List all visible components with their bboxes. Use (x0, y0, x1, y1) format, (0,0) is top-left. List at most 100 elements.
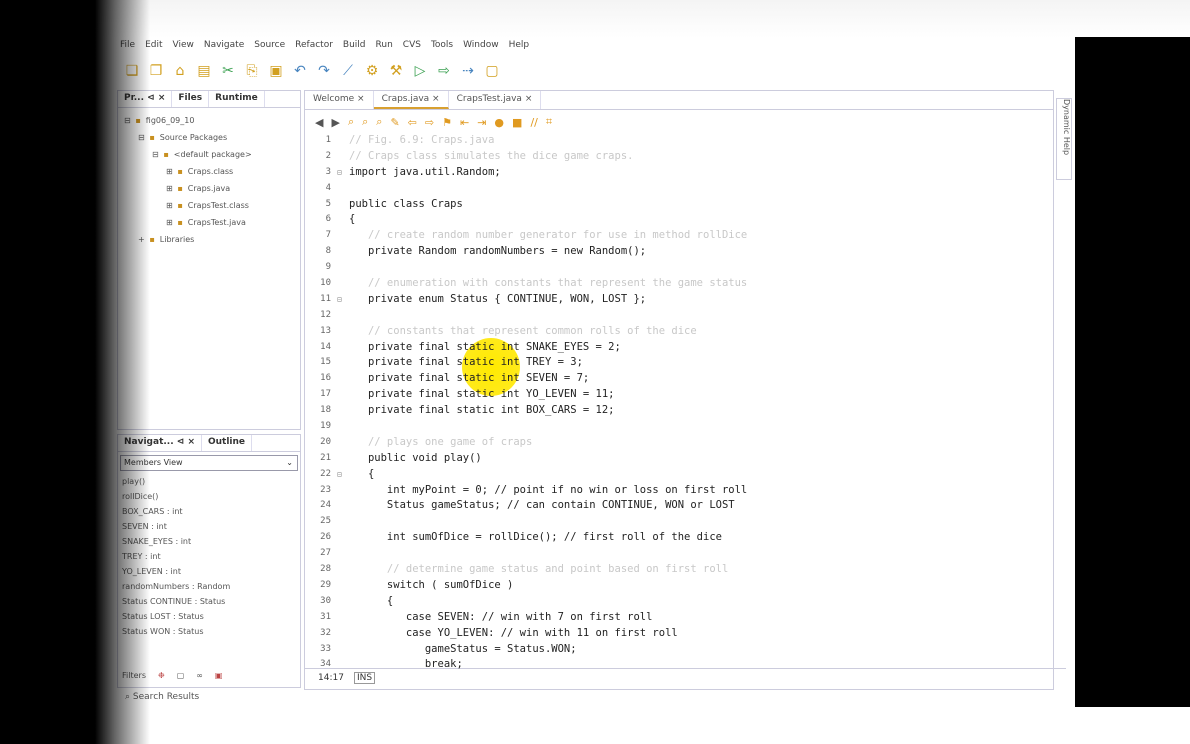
uncomment-icon[interactable]: ⌗ (546, 115, 552, 129)
find-previous-icon[interactable]: ⌕ (362, 115, 368, 129)
build-icon[interactable]: ⚙ (363, 62, 381, 80)
menu-tools[interactable]: Tools (431, 40, 453, 50)
dynamic-help-tab[interactable]: Dynamic Help (1056, 98, 1072, 180)
copy-icon[interactable]: ⎘ (243, 62, 261, 80)
fold-icon (337, 181, 349, 197)
menu-edit[interactable]: Edit (145, 40, 162, 50)
expand-icon[interactable]: ⊟ (138, 133, 147, 142)
tree-item[interactable]: ⊟ ▪ Source Packages (118, 129, 300, 146)
line-number: 23 (320, 484, 331, 495)
code-line: 3 ⊟ import java.util.Random; (305, 165, 1053, 181)
stop-macro-icon[interactable]: ■ (512, 116, 522, 129)
member-item[interactable]: SEVEN : int (118, 519, 300, 534)
comment-icon[interactable]: // (530, 116, 537, 129)
fold-icon[interactable]: ⊟ (337, 292, 349, 308)
editor-tab-1[interactable]: Craps.java × (373, 91, 449, 109)
toggle-highlight-icon[interactable]: ✎ (390, 116, 399, 129)
project-tree: ⊟ ▪ fig06_09_10 ⊟ ▪ Source Packages ⊟ ▪ <d… (118, 108, 300, 248)
paste-icon[interactable]: ▣ (267, 62, 285, 80)
code-text: case YO_LEVEN: // win with 11 on first r… (349, 626, 678, 639)
member-item[interactable]: SNAKE_EYES : int (118, 534, 300, 549)
menu-build[interactable]: Build (343, 40, 366, 50)
member-item[interactable]: play() (118, 474, 300, 489)
navigator-tab-0[interactable]: Navigat... ⊲ × (118, 435, 202, 451)
tree-item[interactable]: ⊞ ▪ CrapsTest.java (118, 214, 300, 231)
menu-cvs[interactable]: CVS (403, 40, 421, 50)
expand-icon[interactable]: ⊟ (152, 150, 161, 159)
toggle-bookmark-icon[interactable]: ⚑ (442, 116, 452, 129)
menu-view[interactable]: View (173, 40, 194, 50)
profile-icon[interactable]: ⇢ (459, 62, 477, 80)
shift-left-icon[interactable]: ⇤ (460, 116, 469, 129)
menu-source[interactable]: Source (254, 40, 285, 50)
editor-panel: Welcome × Craps.java × CrapsTest.java × ◀ … (304, 90, 1054, 690)
find-next-icon[interactable]: ⌕ (376, 115, 382, 129)
search-results-tab[interactable]: Search Results (133, 692, 199, 702)
next-bookmark-icon[interactable]: ⇨ (425, 116, 434, 129)
find-icon[interactable]: ⟋ (339, 62, 357, 80)
filter-fields-icon[interactable]: ❉ (158, 671, 165, 680)
code-line: 25 (305, 514, 1053, 530)
projects-tab-0[interactable]: Pr... ⊲ × (118, 91, 173, 107)
line-number: 4 (325, 182, 331, 193)
open-project-icon[interactable]: ⌂ (171, 62, 189, 80)
member-item[interactable]: BOX_CARS : int (118, 504, 300, 519)
member-item[interactable]: TREY : int (118, 549, 300, 564)
member-item[interactable]: Status CONTINUE : Status (118, 594, 300, 609)
menu-window[interactable]: Window (463, 40, 499, 50)
member-item[interactable]: Status LOST : Status (118, 609, 300, 624)
expand-icon[interactable]: ⊞ (166, 184, 175, 193)
expand-icon[interactable]: ⊞ (166, 167, 175, 176)
member-item[interactable]: YO_LEVEN : int (118, 564, 300, 579)
start-macro-icon[interactable]: ● (494, 116, 504, 129)
editor-tab-0[interactable]: Welcome × (305, 91, 374, 109)
menu-run[interactable]: Run (376, 40, 393, 50)
tree-item[interactable]: ⊞ ▪ Craps.java (118, 180, 300, 197)
undo-icon[interactable]: ↶ (291, 62, 309, 80)
filter-inherited-icon[interactable]: ▣ (215, 671, 223, 680)
expand-icon[interactable]: ⊞ (166, 218, 175, 227)
help-icon[interactable]: ▢ (483, 62, 501, 80)
back-icon[interactable]: ◀ (315, 116, 323, 129)
forward-icon[interactable]: ▶ (331, 116, 339, 129)
fold-icon[interactable]: ⊟ (337, 467, 349, 483)
expand-icon[interactable]: + (138, 235, 147, 244)
tree-item[interactable]: + ▪ Libraries (118, 231, 300, 248)
expand-icon[interactable]: ⊟ (124, 116, 133, 125)
menu-help[interactable]: Help (509, 40, 530, 50)
prev-bookmark-icon[interactable]: ⇦ (408, 116, 417, 129)
tree-item[interactable]: ⊞ ▪ Craps.class (118, 163, 300, 180)
projects-tab-1[interactable]: Files (172, 91, 210, 107)
debug-icon[interactable]: ⇨ (435, 62, 453, 80)
editor-tab-2[interactable]: CrapsTest.java × (449, 91, 542, 109)
new-file-icon[interactable]: ❐ (147, 62, 165, 80)
filter-static-icon[interactable]: ▢ (177, 671, 185, 680)
member-item[interactable]: rollDice() (118, 489, 300, 504)
code-area[interactable]: 1 // Fig. 6.9: Craps.java 2 // Craps class … (305, 133, 1053, 669)
menu-refactor[interactable]: Refactor (295, 40, 333, 50)
navigator-tab-1[interactable]: Outline (202, 435, 253, 451)
shift-right-icon[interactable]: ⇥ (477, 116, 486, 129)
members-view-select[interactable]: Members View ⌄ (120, 455, 298, 471)
tree-item[interactable]: ⊟ ▪ <default package> (118, 146, 300, 163)
tree-item[interactable]: ⊞ ▪ CrapsTest.class (118, 197, 300, 214)
find-selection-icon[interactable]: ⌕ (348, 115, 354, 129)
fold-icon[interactable]: ⊟ (337, 165, 349, 181)
tree-item[interactable]: ⊟ ▪ fig06_09_10 (118, 112, 300, 129)
projects-tab-2[interactable]: Runtime (209, 91, 265, 107)
projects-panel: Pr... ⊲ × Files Runtime ⊟ ▪ fig06_09_10 ⊟ ▪… (117, 90, 301, 430)
menu-file[interactable]: File (120, 40, 135, 50)
new-project-icon[interactable]: ❏ (123, 62, 141, 80)
expand-icon[interactable]: ⊞ (166, 201, 175, 210)
code-line: 13 // constants that represent common ro… (305, 324, 1053, 340)
navigator-panel: Navigat... ⊲ × Outline Members View ⌄ pla… (117, 434, 301, 688)
redo-icon[interactable]: ↷ (315, 62, 333, 80)
run-icon[interactable]: ▷ (411, 62, 429, 80)
cut-icon[interactable]: ✂ (219, 62, 237, 80)
clean-build-icon[interactable]: ⚒ (387, 62, 405, 80)
save-all-icon[interactable]: ▤ (195, 62, 213, 80)
menu-navigate[interactable]: Navigate (204, 40, 244, 50)
member-item[interactable]: randomNumbers : Random (118, 579, 300, 594)
filter-nonpublic-icon[interactable]: ∞ (196, 671, 203, 680)
member-item[interactable]: Status WON : Status (118, 624, 300, 639)
